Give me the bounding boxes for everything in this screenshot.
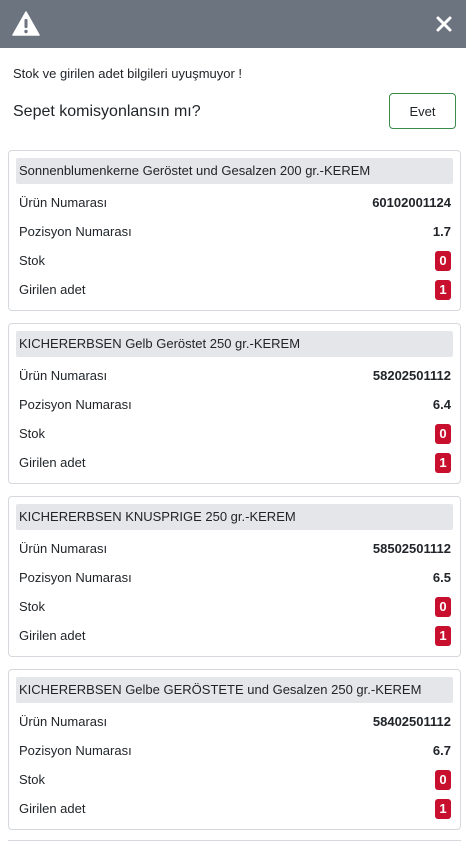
position-number-row: Pozisyon Numarası 6.7 — [19, 740, 451, 762]
item-card: KICHERERBSEN Gelb Geröstet 250 gr.-KEREM… — [8, 323, 461, 484]
position-number-value: 1.7 — [432, 224, 451, 239]
entered-qty-label: Girilen adet — [19, 455, 86, 470]
entered-qty-row: Girilen adet 1 — [19, 279, 451, 301]
product-number-value: 60102001124 — [372, 195, 451, 210]
warning-icon — [12, 11, 40, 36]
item-title: KICHERERBSEN KNUSPRIGE 250 gr.-KEREM — [16, 504, 453, 530]
position-number-label: Pozisyon Numarası — [19, 570, 132, 585]
product-number-value: 58502501112 — [372, 541, 451, 556]
confirm-question: Sepet komisyonlansın mı? — [13, 103, 201, 120]
entered-qty-badge: 1 — [435, 799, 451, 819]
product-number-value: 58202501112 — [372, 368, 451, 383]
product-number-label: Ürün Numarası — [19, 195, 108, 210]
stock-label: Stok — [19, 772, 46, 787]
stock-row: Stok 0 — [19, 250, 451, 272]
entered-qty-label: Girilen adet — [19, 628, 86, 643]
entered-qty-badge: 1 — [435, 280, 451, 300]
position-number-label: Pozisyon Numarası — [19, 224, 132, 239]
dialog-header — [0, 0, 466, 48]
warning-message: Stok ve girilen adet bilgileri uyuşmuyor… — [13, 66, 243, 81]
close-icon[interactable] — [434, 14, 454, 34]
position-number-row: Pozisyon Numarası 1.7 — [19, 221, 451, 243]
entered-qty-row: Girilen adet 1 — [19, 798, 451, 820]
product-number-row: Ürün Numarası 58202501112 — [19, 365, 451, 387]
item-title: KICHERERBSEN Gelb Geröstet 250 gr.-KEREM — [16, 331, 453, 357]
product-number-label: Ürün Numarası — [19, 714, 108, 729]
position-number-row: Pozisyon Numarası 6.4 — [19, 394, 451, 416]
product-number-row: Ürün Numarası 60102001124 — [19, 192, 451, 214]
entered-qty-badge: 1 — [435, 626, 451, 646]
position-number-value: 6.5 — [432, 570, 451, 585]
item-list: Sonnenblumenkerne Geröstet und Gesalzen … — [8, 150, 461, 842]
product-number-value: 58402501112 — [372, 714, 451, 729]
product-number-label: Ürün Numarası — [19, 368, 108, 383]
product-number-row: Ürün Numarası 58502501112 — [19, 538, 451, 560]
stock-row: Stok 0 — [19, 423, 451, 445]
entered-qty-label: Girilen adet — [19, 282, 86, 297]
position-number-value: 6.7 — [432, 743, 451, 758]
stock-row: Stok 0 — [19, 596, 451, 618]
product-number-label: Ürün Numarası — [19, 541, 108, 556]
stock-row: Stok 0 — [19, 769, 451, 791]
stock-badge: 0 — [435, 770, 451, 790]
stock-badge: 0 — [435, 251, 451, 271]
stock-badge: 0 — [435, 424, 451, 444]
entered-qty-row: Girilen adet 1 — [19, 625, 451, 647]
stock-badge: 0 — [435, 597, 451, 617]
item-card: KICHERERBSEN KNUSPRIGE 250 gr.-KEREM Ürü… — [8, 496, 461, 657]
stock-label: Stok — [19, 426, 46, 441]
confirm-button[interactable]: Evet — [389, 93, 456, 129]
item-card: Sonnenblumenkerne Geröstet und Gesalzen … — [8, 150, 461, 311]
entered-qty-badge: 1 — [435, 453, 451, 473]
stock-label: Stok — [19, 253, 46, 268]
position-number-label: Pozisyon Numarası — [19, 397, 132, 412]
position-number-label: Pozisyon Numarası — [19, 743, 132, 758]
position-number-value: 6.4 — [432, 397, 451, 412]
item-title: Sonnenblumenkerne Geröstet und Gesalzen … — [16, 158, 453, 184]
product-number-row: Ürün Numarası 58402501112 — [19, 711, 451, 733]
item-title: KICHERERBSEN Gelbe GERÖSTETE und Gesalze… — [16, 677, 453, 703]
entered-qty-row: Girilen adet 1 — [19, 452, 451, 474]
item-card: KICHERERBSEN Gelbe GERÖSTETE und Gesalze… — [8, 669, 461, 830]
position-number-row: Pozisyon Numarası 6.5 — [19, 567, 451, 589]
entered-qty-label: Girilen adet — [19, 801, 86, 816]
stock-label: Stok — [19, 599, 46, 614]
